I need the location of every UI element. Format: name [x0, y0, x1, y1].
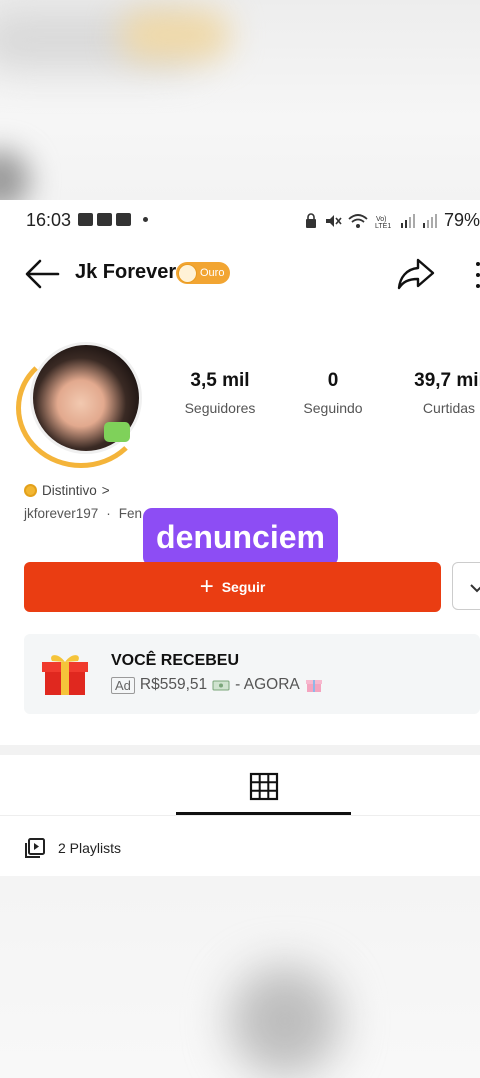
stat-value: 0 — [327, 370, 339, 391]
voicemail-icon — [116, 213, 131, 226]
suggestions-dropdown-button[interactable] — [452, 562, 480, 610]
status-bar: 16:03 Vo) LTE1 79% — [0, 200, 480, 240]
gift-emoji-icon — [305, 680, 322, 692]
stat-label: Curtidas — [422, 400, 476, 416]
gift-banner-subtitle: Ad R$559,51 - AGORA — [111, 676, 323, 694]
gift-amount: R$559,51 — [139, 676, 208, 693]
signal-icon — [422, 213, 437, 228]
signal-icon — [400, 213, 415, 228]
gift-banner-title: VOCÊ RECEBEU — [111, 652, 240, 669]
follow-button-label: Seguir — [221, 579, 266, 595]
chevron-down-icon — [470, 584, 480, 593]
tier-badge: Ouro — [176, 262, 231, 284]
svg-text:LTE1: LTE1 — [375, 223, 391, 229]
notification-icons — [78, 213, 148, 226]
distintivo-label: Distintivo — [42, 483, 97, 498]
stat-likes[interactable]: 39,7 mil Curtidas — [404, 370, 480, 416]
camera-sticker-icon — [104, 422, 130, 442]
system-icons: Vo) LTE1 79% — [304, 210, 480, 231]
follow-button[interactable]: + Seguir — [24, 562, 441, 612]
chevron-right-icon: > — [101, 483, 110, 498]
avatar[interactable] — [12, 338, 148, 468]
playlist-icon — [25, 838, 45, 858]
gift-banner[interactable]: VOCÊ RECEBEU Ad R$559,51 - AGORA — [24, 634, 480, 714]
status-time: 16:03 — [26, 210, 72, 230]
plus-icon: + — [199, 573, 214, 600]
ad-tag: Ad — [111, 676, 135, 694]
profile-screen: 16:03 Vo) LTE1 79% Jk Forever Ouro 3,5 m… — [0, 200, 480, 876]
money-icon — [212, 680, 230, 691]
tab-videos-grid-icon[interactable] — [248, 772, 280, 802]
gift-suffix: - AGORA — [235, 676, 300, 693]
svg-text:Vo): Vo) — [376, 216, 387, 223]
gift-box-icon — [42, 655, 88, 695]
tier-badge-icon — [178, 263, 197, 283]
blurred-background-top — [0, 0, 480, 200]
share-icon[interactable] — [396, 256, 436, 292]
tab-bar-divider — [0, 815, 480, 816]
back-arrow-icon[interactable] — [22, 254, 62, 294]
stat-label: Seguidores — [184, 400, 256, 416]
tier-badge-label: Ouro — [200, 267, 225, 279]
profile-header: Jk Forever Ouro — [0, 250, 480, 296]
profile-handle-line: jkforever197 · Fen — [24, 506, 143, 521]
voicemail-icon — [97, 213, 112, 226]
profile-stats: 3,5 mil Seguidores 0 Seguindo 39,7 mil C… — [170, 370, 480, 430]
section-divider — [0, 745, 480, 755]
overlay-caption: denunciem — [143, 508, 338, 566]
blurred-background-bottom — [0, 876, 480, 1078]
more-notifications-dot-icon — [143, 217, 148, 222]
playlists-row[interactable]: 2 Playlists — [24, 837, 121, 859]
stat-followers[interactable]: 3,5 mil Seguidores — [170, 370, 270, 416]
distintivo-link[interactable]: Distintivo > — [24, 483, 110, 498]
stat-following[interactable]: 0 Seguindo — [288, 370, 378, 416]
stat-value: 39,7 mil — [414, 370, 480, 391]
stat-value: 3,5 mil — [190, 370, 250, 391]
profile-handle: jkforever197 — [24, 506, 99, 521]
battery-level: 79% — [443, 210, 480, 230]
volte-icon: Vo)LTE1 — [375, 216, 391, 229]
lock-icon — [305, 212, 316, 228]
image-notification-icon — [78, 213, 93, 226]
profile-name: Jk Forever — [75, 261, 177, 283]
playlists-label: 2 Playlists — [58, 840, 122, 856]
stat-label: Seguindo — [303, 400, 363, 416]
profile-handle-extra: Fen — [118, 506, 143, 521]
more-options-icon[interactable] — [470, 258, 480, 292]
wifi-icon — [348, 213, 368, 228]
mute-icon — [325, 214, 342, 227]
badge-coin-icon — [24, 484, 37, 497]
